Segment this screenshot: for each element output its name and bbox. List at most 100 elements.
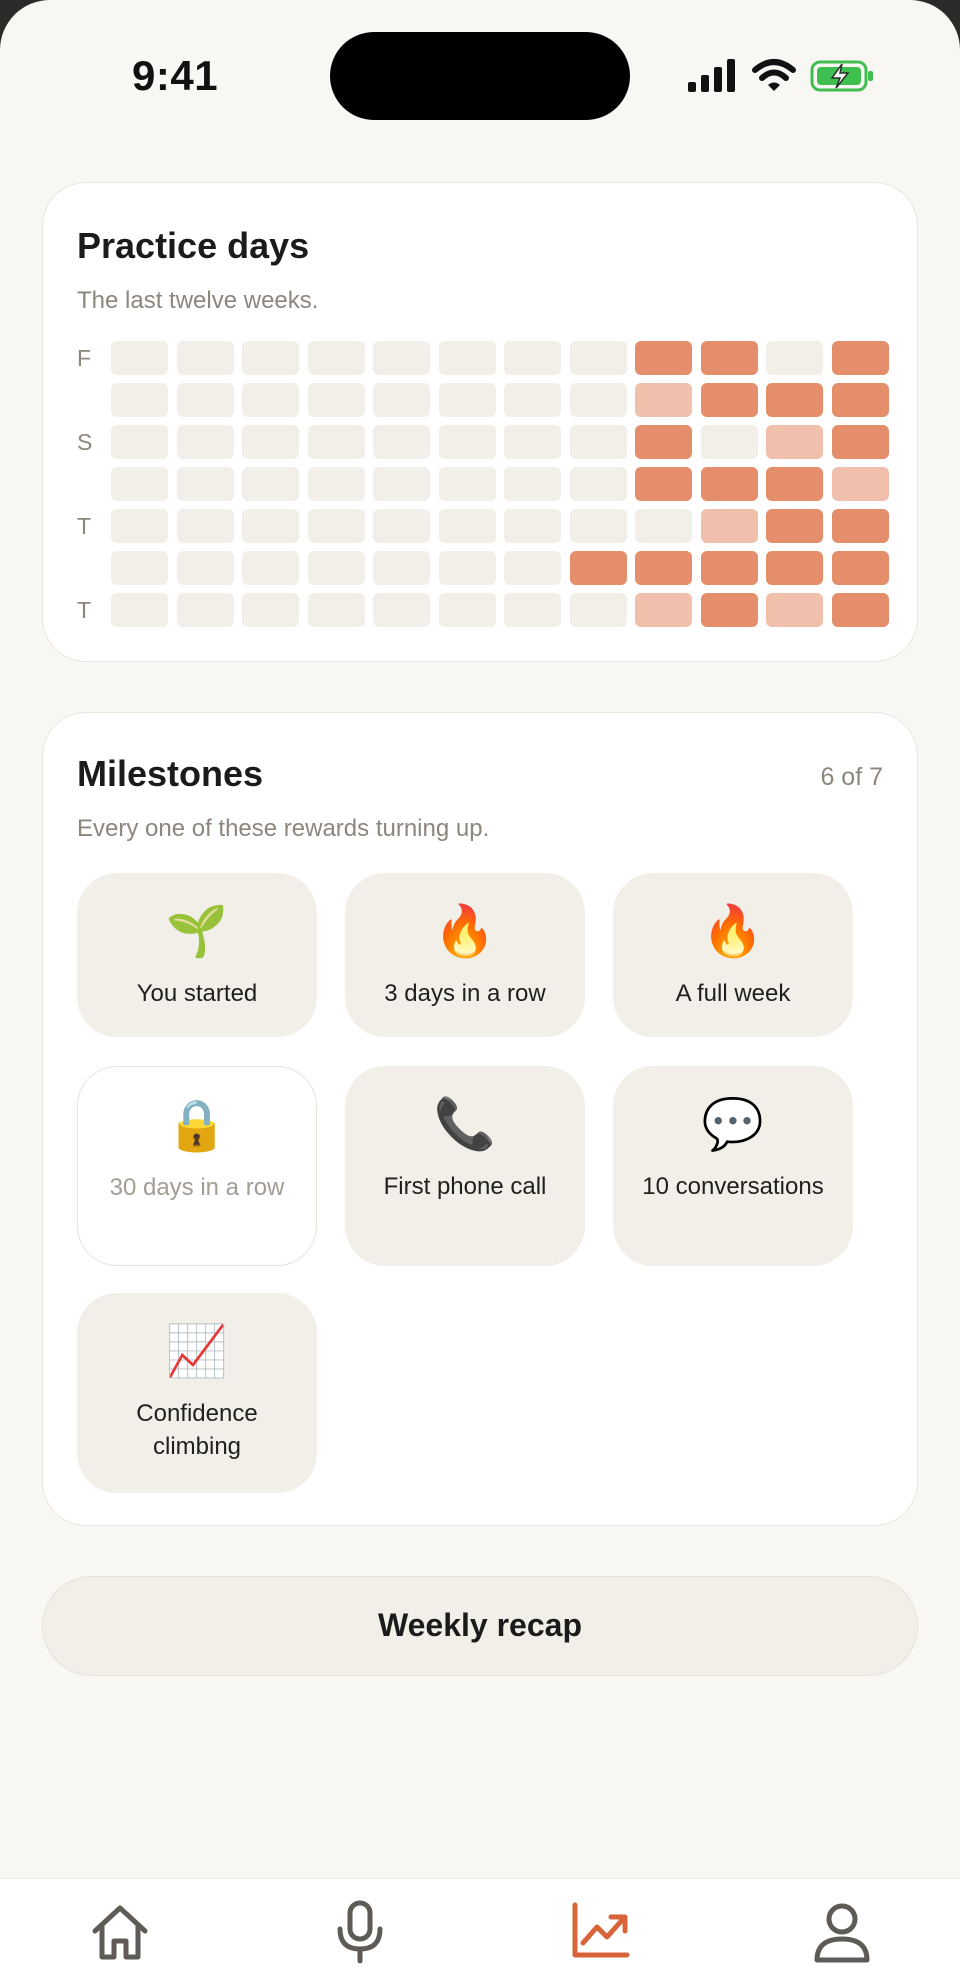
heatmap-cell <box>504 509 561 543</box>
heatmap-cell <box>176 425 234 459</box>
heatmap-cell <box>242 593 299 627</box>
wifi-icon <box>752 59 796 91</box>
heatmap-cell <box>373 467 430 501</box>
heatmap-cell <box>504 593 561 627</box>
heatmap-cell <box>176 383 234 417</box>
milestone-label: 10 conversations <box>642 1173 824 1200</box>
milestone-tile[interactable]: 📞 First phone call <box>345 1066 585 1266</box>
heatmap-cell <box>307 341 365 375</box>
heatmap-cell <box>831 425 889 459</box>
milestones-title: Milestones <box>77 753 264 794</box>
heatmap-cell <box>700 383 758 417</box>
heatmap-cell <box>242 467 299 501</box>
heatmap-cell <box>242 383 299 417</box>
heatmap-cell <box>766 425 823 459</box>
heatmap-cell <box>373 425 430 459</box>
heatmap-cell <box>307 383 365 417</box>
heatmap-cell <box>111 509 168 543</box>
heatmap-cell <box>569 509 627 543</box>
progress-icon <box>572 1902 630 1958</box>
heatmap-cell <box>504 551 561 585</box>
milestones-subtitle: Every one of these rewards turning up. <box>77 815 490 842</box>
heatmap-cell <box>766 509 823 543</box>
milestone-label: 3 days in a row <box>384 980 546 1007</box>
heatmap-cell <box>635 341 692 375</box>
milestone-tile[interactable]: 📈 Confidence climbing <box>77 1293 317 1493</box>
tab-progress[interactable] <box>565 1897 635 1967</box>
heatmap-cell <box>307 509 365 543</box>
heatmap-cell <box>831 383 889 417</box>
heatmap-row-label: T <box>77 597 92 623</box>
heatmap-cell <box>831 593 889 627</box>
signal-icon <box>688 59 735 92</box>
heatmap-cell <box>176 509 234 543</box>
heatmap-cell <box>700 509 758 543</box>
practice-days-title: Practice days <box>77 225 310 266</box>
heatmap-cell <box>438 341 496 375</box>
practice-days-card: Practice days The last twelve weeks. F S T… <box>42 182 918 662</box>
milestone-tile[interactable]: 💬 10 conversations <box>613 1066 853 1266</box>
microphone-icon <box>337 1900 383 1964</box>
heatmap-cell <box>307 467 365 501</box>
speech-bubble-icon: 💬 <box>701 1095 765 1153</box>
milestone-label: First phone call <box>383 1173 547 1200</box>
lock-icon: 🔒 <box>165 1096 229 1154</box>
heatmap-cell <box>111 593 168 627</box>
heatmap-cell <box>700 593 758 627</box>
heatmap-cell <box>766 383 823 417</box>
tab-profile[interactable] <box>807 1897 877 1967</box>
heatmap-cell <box>569 383 627 417</box>
heatmap-cell <box>438 425 496 459</box>
tab-bar <box>0 1878 960 1980</box>
milestone-tile[interactable]: 🔒 30 days in a row <box>77 1066 317 1266</box>
heatmap-cell <box>569 551 627 585</box>
heatmap-cell <box>438 551 496 585</box>
heatmap-cell <box>307 551 365 585</box>
heatmap-cell <box>569 341 627 375</box>
milestone-tile[interactable]: 🔥 A full week <box>613 873 853 1037</box>
milestones-card: Milestones 6 of 7 Every one of these rew… <box>42 712 918 1526</box>
heatmap-cell <box>242 425 299 459</box>
heatmap-cell <box>504 467 561 501</box>
milestone-tile[interactable]: 🔥 3 days in a row <box>345 873 585 1037</box>
heatmap-cell <box>307 425 365 459</box>
heatmap-cell <box>438 383 496 417</box>
heatmap-cell <box>176 593 234 627</box>
fire-icon: 🔥 <box>433 902 497 960</box>
profile-icon <box>814 1903 870 1963</box>
battery-charging-icon <box>810 60 873 92</box>
tab-home[interactable] <box>85 1897 155 1967</box>
heatmap-cell <box>504 425 561 459</box>
heatmap-cell <box>438 509 496 543</box>
heatmap-cell <box>635 383 692 417</box>
practice-heatmap: F S T T <box>77 341 897 641</box>
heatmap-cell <box>176 551 234 585</box>
heatmap-cell <box>831 551 889 585</box>
heatmap-cell <box>176 341 234 375</box>
heatmap-cell <box>242 341 299 375</box>
practice-days-subtitle: The last twelve weeks. <box>77 287 319 314</box>
heatmap-cell <box>700 425 758 459</box>
heatmap-cell <box>373 593 430 627</box>
fire-icon: 🔥 <box>701 902 765 960</box>
weekly-recap-button[interactable]: Weekly recap <box>42 1576 918 1676</box>
heatmap-cell <box>373 341 430 375</box>
milestone-label: A full week <box>675 980 791 1007</box>
heatmap-cell <box>831 467 889 501</box>
heatmap-cell <box>373 509 430 543</box>
heatmap-cell <box>635 425 692 459</box>
milestone-label: You started <box>136 980 258 1007</box>
heatmap-cell <box>176 467 234 501</box>
status-time: 9:41 <box>132 52 219 99</box>
heatmap-cell <box>242 509 299 543</box>
milestone-tile[interactable]: 🌱 You started <box>77 873 317 1037</box>
heatmap-cell <box>635 467 692 501</box>
tab-practice[interactable] <box>325 1897 395 1967</box>
heatmap-cell <box>504 341 561 375</box>
heatmap-cell <box>766 593 823 627</box>
heatmap-cell <box>831 341 889 375</box>
milestones-count: 6 of 7 <box>820 763 883 791</box>
heatmap-cell <box>111 425 168 459</box>
heatmap-cell <box>242 551 299 585</box>
heatmap-cell <box>635 593 692 627</box>
